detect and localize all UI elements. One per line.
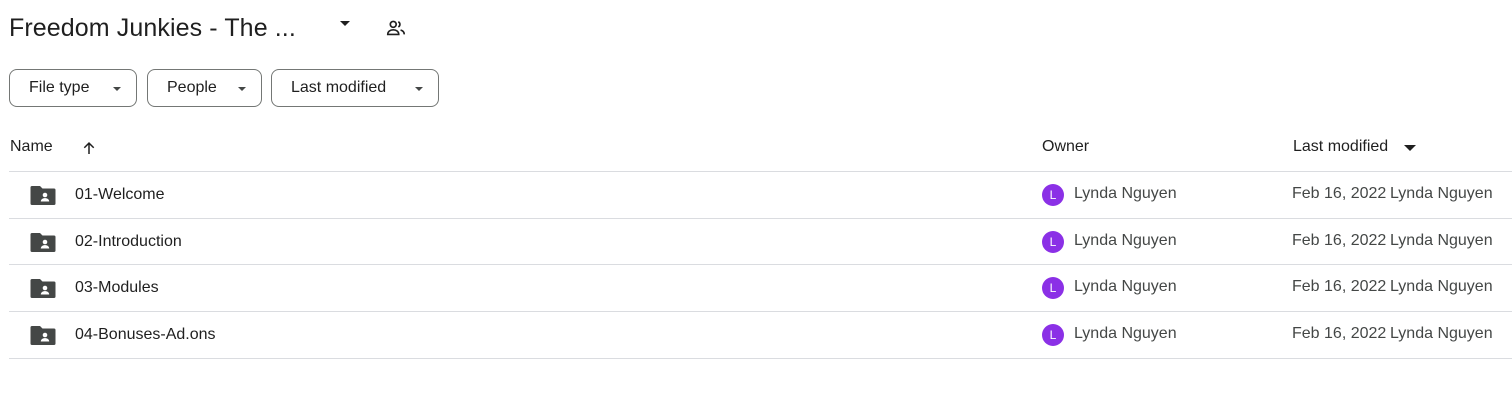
avatar: L	[1042, 324, 1064, 346]
drive-folder-view: Freedom Junkies - The ... File type Peop…	[0, 0, 1512, 416]
arrow-drop-down-icon	[110, 82, 124, 96]
arrow-drop-down-icon[interactable]	[1402, 142, 1418, 154]
owner-name: Lynda Nguyen	[1074, 325, 1177, 342]
shared-folder-icon	[30, 186, 56, 205]
arrow-upward-icon[interactable]	[79, 138, 99, 158]
file-row[interactable]: 01-Welcome L Lynda Nguyen Feb 16, 2022 L…	[9, 172, 1512, 218]
column-header-owner: Owner	[1042, 138, 1090, 155]
file-row[interactable]: 02-Introduction L Lynda Nguyen Feb 16, 2…	[9, 219, 1512, 265]
file-name[interactable]: 02-Introduction	[75, 233, 182, 251]
last-modified-filter-button[interactable]: Last modified	[271, 69, 439, 107]
file-type-filter-label: File type	[29, 79, 90, 96]
column-header-name[interactable]: Name	[10, 138, 53, 156]
column-header-last-modified[interactable]: Last modified	[1293, 138, 1388, 156]
arrow-drop-down-icon	[235, 82, 249, 96]
shared-folder-icon	[30, 279, 56, 298]
file-name[interactable]: 03-Modules	[75, 279, 159, 297]
people-filter-label: People	[167, 79, 217, 96]
file-name[interactable]: 04-Bonuses-Ad.ons	[75, 326, 216, 344]
shared-folder-icon	[30, 233, 56, 252]
people-icon[interactable]	[384, 16, 408, 40]
arrow-drop-down-icon	[412, 82, 426, 96]
modified-by: Lynda Nguyen	[1390, 232, 1493, 249]
file-row[interactable]: 03-Modules L Lynda Nguyen Feb 16, 2022 L…	[9, 265, 1512, 311]
file-row[interactable]: 04-Bonuses-Ad.ons L Lynda Nguyen Feb 16,…	[9, 312, 1512, 358]
modified-date: Feb 16, 2022	[1292, 232, 1387, 249]
avatar: L	[1042, 277, 1064, 299]
modified-by: Lynda Nguyen	[1390, 185, 1493, 202]
modified-by: Lynda Nguyen	[1390, 325, 1493, 342]
arrow-drop-down-icon[interactable]	[333, 11, 357, 35]
file-name[interactable]: 01-Welcome	[75, 186, 165, 204]
owner-name: Lynda Nguyen	[1074, 185, 1177, 202]
avatar: L	[1042, 231, 1064, 253]
modified-date: Feb 16, 2022	[1292, 325, 1387, 342]
folder-header: Freedom Junkies - The ...	[9, 10, 296, 46]
people-filter-button[interactable]: People	[147, 69, 262, 107]
last-modified-filter-label: Last modified	[291, 79, 387, 96]
modified-date: Feb 16, 2022	[1292, 185, 1387, 202]
modified-by: Lynda Nguyen	[1390, 278, 1493, 295]
avatar: L	[1042, 184, 1064, 206]
divider	[9, 358, 1512, 359]
file-type-filter-button[interactable]: File type	[9, 69, 137, 107]
owner-name: Lynda Nguyen	[1074, 232, 1177, 249]
owner-name: Lynda Nguyen	[1074, 278, 1177, 295]
folder-title[interactable]: Freedom Junkies - The ...	[9, 14, 296, 43]
modified-date: Feb 16, 2022	[1292, 278, 1387, 295]
shared-folder-icon	[30, 326, 56, 345]
